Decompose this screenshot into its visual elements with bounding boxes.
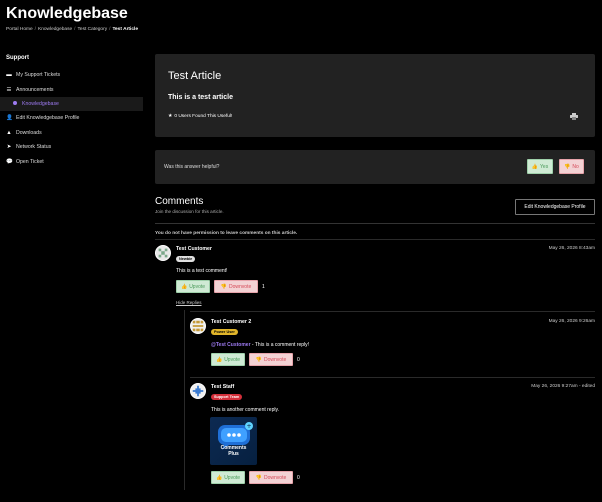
divider (155, 223, 595, 224)
rank-badge: Newbie (176, 256, 196, 262)
send-icon: ➤ (6, 144, 12, 151)
page-title: Knowledgebase (6, 5, 128, 22)
avatar (155, 245, 171, 261)
sidebar-item-label: Network Status (16, 144, 52, 151)
download-icon: ▲ (6, 129, 12, 136)
breadcrumb-knowledgebase[interactable]: Knowledgebase (38, 27, 72, 32)
sidebar: ▬ My Support Tickets ☰ Announcements Kno… (0, 68, 146, 169)
yes-label: Yes (540, 163, 549, 170)
upvote-button[interactable]: 👍 Upvote (211, 353, 245, 366)
comment-author: Test Staff (211, 384, 235, 390)
useful-text: 0 Users Found This Useful! (174, 114, 233, 119)
divider (190, 311, 595, 312)
thumbs-down-icon: 👎 (564, 163, 571, 170)
comment-text: This is another comment reply. (211, 407, 279, 413)
avatar (190, 318, 206, 334)
yes-button[interactable]: 👍 Yes (527, 159, 553, 174)
sidebar-item-edit-profile[interactable]: 👤 Edit Knowledgebase Profile (0, 111, 146, 125)
sidebar-item-label: Open Ticket (16, 158, 44, 165)
sidebar-item-announcements[interactable]: ☰ Announcements (0, 82, 146, 96)
comments-icon: 💬 (6, 158, 13, 165)
vote-score: 1 (262, 284, 265, 290)
tickets-icon: ▬ (6, 72, 12, 79)
thumbs-up-icon: 👍 (215, 356, 223, 363)
sidebar-item-knowledgebase[interactable]: Knowledgebase (0, 96, 143, 112)
no-button[interactable]: 👎 No (559, 159, 584, 174)
thumbs-up-icon: 👍 (180, 283, 188, 290)
user-mention[interactable]: @Test Customer (211, 342, 251, 348)
thumbs-down-icon: 👎 (255, 356, 262, 363)
sidebar-item-downloads[interactable]: ▲ Downloads (0, 126, 146, 140)
comment-author: Test Customer 2 (211, 319, 252, 325)
downvote-button[interactable]: 👎 Downvote (249, 353, 293, 366)
sidebar-item-label: Downloads (16, 129, 42, 136)
comments-subheading: Join the discussion for this article. (155, 209, 224, 214)
helpful-question: Was this answer helpful? (164, 164, 220, 170)
edit-profile-button[interactable]: Edit Knowledgebase Profile (515, 199, 595, 215)
svg-text:+: + (246, 423, 251, 430)
breadcrumb-category[interactable]: Test Category (78, 27, 108, 32)
sidebar-heading: Support (6, 55, 29, 61)
comment-text: This is a test comment! (176, 268, 228, 274)
thumbs-down-icon: 👎 (220, 283, 227, 290)
comment-date: May 26, 2026 9:27am - edited (531, 384, 595, 389)
breadcrumb-portal-home[interactable]: Portal Home (6, 27, 33, 32)
sidebar-item-label: My Support Tickets (16, 72, 61, 79)
comments-plus-line2: Plus (228, 451, 239, 457)
divider (155, 239, 595, 240)
list-icon: ☰ (6, 86, 12, 93)
hide-replies-link[interactable]: Hide Replies (176, 300, 202, 305)
thumbs-up-icon: 👍 (215, 474, 223, 481)
thread-line (184, 310, 185, 490)
divider (190, 377, 595, 378)
rank-badge: Power User (211, 329, 238, 335)
no-permission-notice: You do not have permission to leave comm… (155, 231, 298, 236)
sidebar-item-label: Knowledgebase (22, 100, 59, 107)
article-title: Test Article (168, 70, 222, 82)
vote-score: 0 (297, 475, 300, 481)
print-icon[interactable] (570, 113, 578, 120)
breadcrumb: Portal Home / Knowledgebase / Test Categor… (6, 27, 139, 32)
comments-heading: Comments (155, 196, 204, 207)
vote-score: 0 (297, 357, 300, 363)
breadcrumb-current: Test Article (112, 27, 139, 32)
comment-text: @Test Customer - This is a comment reply… (211, 342, 310, 348)
article-body: This is a test article (168, 94, 233, 101)
sidebar-item-network-status[interactable]: ➤ Network Status (0, 140, 146, 154)
downvote-button[interactable]: 👎 Downvote (214, 280, 258, 293)
rank-badge: Support Team (211, 394, 243, 400)
sidebar-item-open-ticket[interactable]: 💬 Open Ticket (0, 154, 146, 168)
user-edit-icon: 👤 (6, 115, 13, 122)
upvote-button[interactable]: 👍 Upvote (176, 280, 210, 293)
dot-icon (12, 100, 18, 107)
comments-plus-image: + (210, 417, 257, 465)
useful-count: ★ 0 Users Found This Useful! (168, 114, 232, 119)
upvote-button[interactable]: 👍 Upvote (211, 471, 245, 484)
sidebar-item-label: Edit Knowledgebase Profile (16, 115, 80, 122)
downvote-button[interactable]: 👎 Downvote (249, 471, 293, 484)
no-label: No (572, 163, 579, 170)
thumbs-up-icon: 👍 (531, 163, 539, 170)
comment-date: May 26, 2026 8:43am (548, 246, 595, 251)
comment-date: May 26, 2026 9:26am (548, 319, 595, 324)
thumbs-down-icon: 👎 (255, 474, 262, 481)
avatar (190, 383, 206, 399)
sidebar-item-support-tickets[interactable]: ▬ My Support Tickets (0, 68, 146, 82)
comment-author: Test Customer (176, 246, 212, 252)
star-icon: ★ (168, 114, 173, 119)
sidebar-item-label: Announcements (16, 86, 54, 93)
